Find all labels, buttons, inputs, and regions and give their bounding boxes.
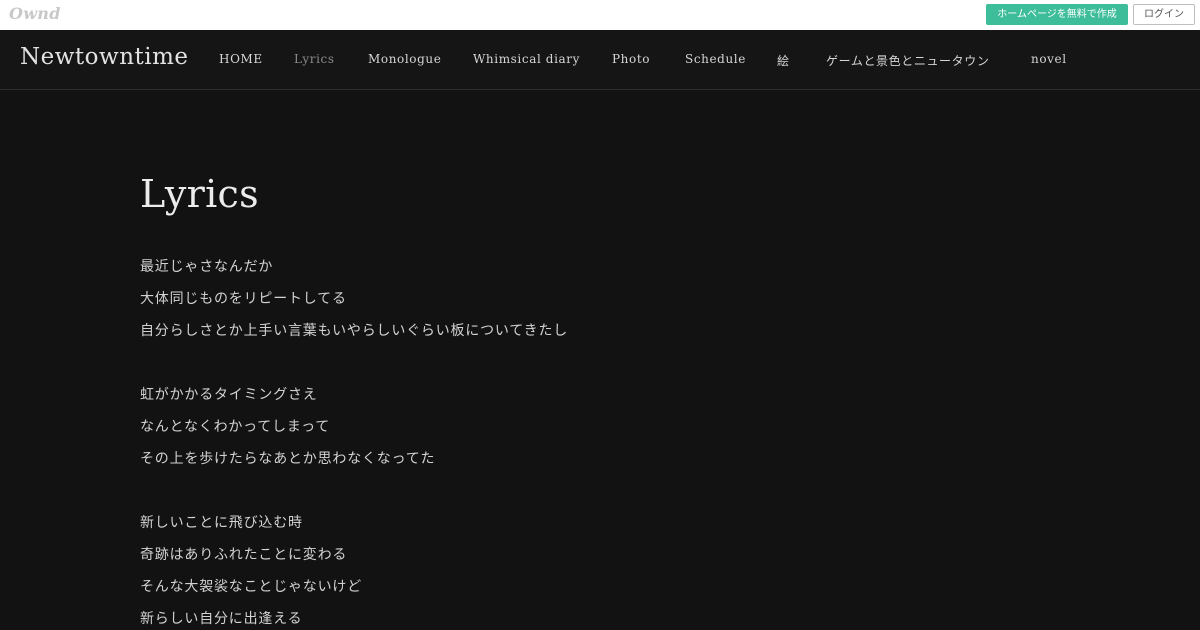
lyric-line: 新しいことに飛び込む時: [140, 515, 303, 531]
page-title: Lyrics: [140, 172, 259, 216]
nav-item-novel[interactable]: novel: [1031, 52, 1067, 66]
nav-item-photo[interactable]: Photo: [612, 52, 650, 66]
nav-item-lyrics[interactable]: Lyrics: [294, 52, 335, 66]
nav-item-home[interactable]: HOME: [219, 52, 263, 66]
lyric-line: その上を歩けたらなあとか思わなくなってた: [140, 451, 436, 467]
nav-item-whimsical-diary[interactable]: Whimsical diary: [473, 52, 580, 66]
ownd-top-bar: Ownd ホームページを無料で作成 ログイン: [0, 0, 1200, 30]
lyric-line: 大体同じものをリピートしてる: [140, 291, 347, 307]
lyric-line: 最近じゃさなんだか: [140, 259, 274, 275]
site-header: Newtowntime HOME Lyrics Monologue Whimsi…: [0, 30, 1200, 90]
lyric-line: 自分らしさとか上手い言葉もいやらしいぐらい板についてきたし: [140, 323, 569, 339]
nav-item-e[interactable]: 絵: [777, 52, 790, 69]
nav-item-monologue[interactable]: Monologue: [368, 52, 441, 66]
nav-item-schedule[interactable]: Schedule: [685, 52, 746, 66]
ownd-logo[interactable]: Ownd: [9, 4, 61, 23]
lyric-line: なんとなくわかってしまって: [140, 419, 331, 435]
site-title[interactable]: Newtowntime: [20, 44, 189, 70]
lyric-line: 虹がかかるタイミングさえ: [140, 387, 318, 403]
lyric-line: 新らしい自分に出逢える: [140, 611, 303, 627]
nav-item-games-scenery[interactable]: ゲームと景色とニュータウン: [826, 52, 989, 69]
login-button[interactable]: ログイン: [1133, 4, 1195, 25]
lyric-line: 奇跡はありふれたことに変わる: [140, 547, 348, 563]
lyric-line: そんな大袈裟なことじゃないけど: [140, 579, 362, 595]
create-homepage-button[interactable]: ホームページを無料で作成: [986, 4, 1128, 25]
